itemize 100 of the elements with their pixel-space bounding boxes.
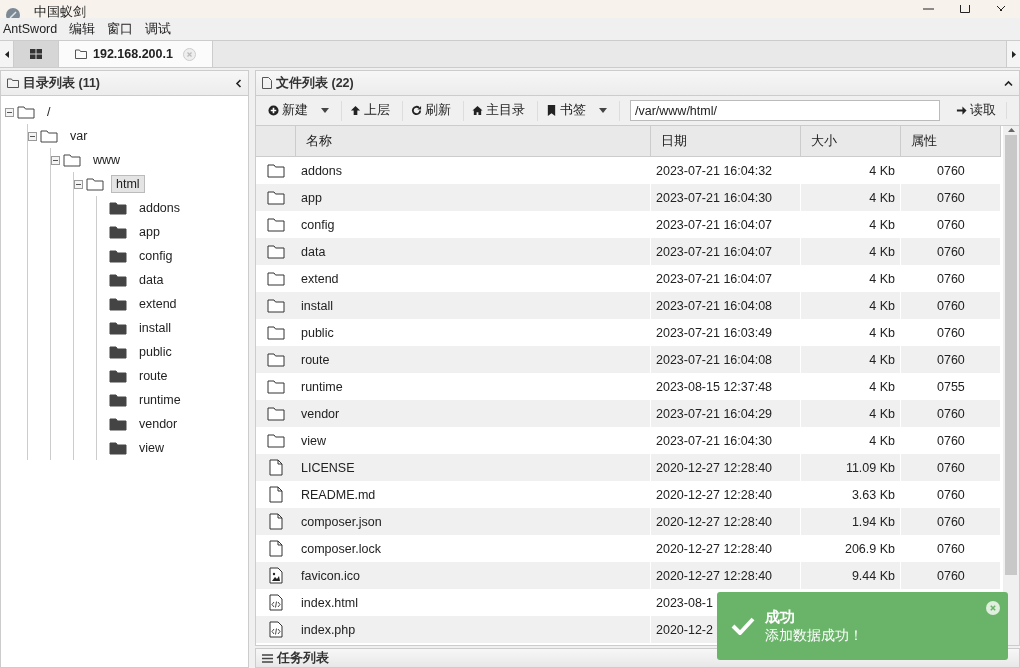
folder-icon bbox=[63, 153, 81, 167]
tree-item[interactable]: www bbox=[88, 151, 126, 169]
tree-item[interactable]: html bbox=[111, 175, 145, 193]
app-logo-icon bbox=[6, 8, 20, 18]
column-header[interactable]: 名称 bbox=[296, 126, 651, 157]
tree-item[interactable]: view bbox=[134, 439, 169, 457]
collapse-icon[interactable] bbox=[28, 131, 37, 141]
plus-circle-icon bbox=[268, 105, 279, 116]
menu-item[interactable]: AntSword bbox=[3, 22, 64, 36]
table-cell: 0760 bbox=[901, 454, 1001, 481]
path-field[interactable]: /var/www/html/ bbox=[630, 100, 940, 121]
folder-icon bbox=[109, 321, 127, 335]
code-file-icon bbox=[269, 594, 283, 611]
table-cell: 0760 bbox=[901, 508, 1001, 535]
tree-item[interactable]: route bbox=[134, 367, 173, 385]
tree-item[interactable]: install bbox=[134, 319, 176, 337]
table-cell: 4 Kb bbox=[801, 346, 901, 373]
table-cell: 0760 bbox=[901, 562, 1001, 589]
triangle-right-icon bbox=[1011, 50, 1016, 58]
folder-icon bbox=[267, 298, 285, 313]
tree-item[interactable]: app bbox=[134, 223, 165, 241]
date-text: 2023-07-21 16:04:08 bbox=[656, 352, 773, 367]
toolbar-button[interactable]: 书签 bbox=[538, 100, 620, 121]
file-name[interactable]: LICENSE bbox=[296, 454, 651, 481]
column-header[interactable]: 日期 bbox=[651, 126, 801, 157]
tree-item[interactable]: public bbox=[134, 343, 177, 361]
tree-item[interactable]: / bbox=[42, 103, 56, 121]
tree-item[interactable]: addons bbox=[134, 199, 185, 217]
toolbar-button[interactable]: 刷新 bbox=[403, 100, 464, 121]
date-text: 2023-07-21 16:04:07 bbox=[656, 271, 773, 286]
file-name[interactable]: vendor bbox=[296, 400, 651, 427]
file-icon bbox=[262, 77, 272, 89]
tree-item[interactable]: vendor bbox=[134, 415, 183, 433]
toolbar-button[interactable]: 新建 bbox=[260, 100, 342, 121]
close-icon[interactable] bbox=[996, 6, 1006, 12]
tree-item[interactable]: extend bbox=[134, 295, 182, 313]
date-text: 2023-07-21 16:04:30 bbox=[656, 190, 773, 205]
image-file-icon bbox=[269, 567, 283, 584]
date-text: 2020-12-27 12:28:40 bbox=[656, 460, 773, 475]
table-cell: 0760 bbox=[901, 400, 1001, 427]
column-header[interactable]: 大小 bbox=[801, 126, 901, 157]
folder-icon bbox=[40, 129, 58, 143]
table-cell: 4 Kb bbox=[801, 400, 901, 427]
tree-item[interactable]: runtime bbox=[134, 391, 186, 409]
read-button[interactable]: 读取 bbox=[946, 102, 1007, 119]
arrow-up-icon bbox=[350, 105, 361, 116]
table-cell: 4 Kb bbox=[801, 238, 901, 265]
file-icon bbox=[269, 459, 283, 476]
file-name[interactable]: favicon.ico bbox=[296, 562, 651, 589]
folder-icon bbox=[267, 190, 285, 205]
scrollbar[interactable] bbox=[1003, 126, 1019, 645]
folder-icon bbox=[109, 249, 127, 263]
folder-icon bbox=[17, 105, 35, 119]
table-cell: 0760 bbox=[901, 346, 1001, 373]
folder-icon bbox=[109, 417, 127, 431]
toolbar-button[interactable]: 主目录 bbox=[464, 100, 538, 121]
collapse-icon[interactable] bbox=[5, 107, 14, 117]
file-name[interactable]: route bbox=[296, 346, 651, 373]
date-text: 2023-07-21 16:04:32 bbox=[656, 163, 773, 178]
folder-icon bbox=[267, 433, 285, 448]
toolbar-button[interactable]: 上层 bbox=[342, 100, 403, 121]
folder-icon bbox=[75, 49, 87, 59]
collapse-icon[interactable] bbox=[74, 179, 83, 189]
scroll-right-button[interactable] bbox=[1006, 41, 1020, 67]
toast-title: 成功 bbox=[765, 607, 796, 627]
tree-item[interactable]: var bbox=[65, 127, 93, 145]
date-text: 2020-12-27 12:28:40 bbox=[656, 541, 773, 556]
folder-icon bbox=[267, 217, 285, 232]
date-text: 2023-07-21 16:03:49 bbox=[656, 325, 773, 340]
folder-icon bbox=[109, 345, 127, 359]
tree-item[interactable]: config bbox=[134, 247, 178, 265]
bookmark-icon bbox=[546, 105, 557, 116]
file-name[interactable]: composer.json bbox=[296, 508, 651, 535]
home-tab[interactable] bbox=[14, 41, 59, 67]
menu-item[interactable]: 窗口 bbox=[107, 20, 140, 38]
panel-title: 目录列表 (11) bbox=[23, 74, 100, 92]
date-text: 2020-12-27 12:28:40 bbox=[656, 487, 773, 502]
menu-item[interactable]: 调试 bbox=[145, 20, 178, 38]
file-name[interactable]: data bbox=[296, 238, 651, 265]
collapse-icon[interactable] bbox=[51, 155, 60, 165]
table-cell: 4 Kb bbox=[801, 292, 901, 319]
folder-icon bbox=[267, 379, 285, 394]
code-file-icon bbox=[269, 621, 283, 638]
chevron-up-icon[interactable] bbox=[1004, 79, 1013, 87]
file-name[interactable]: app bbox=[296, 184, 651, 211]
shell-tab[interactable]: 192.168.200.1 bbox=[59, 41, 213, 67]
panel-title: 文件列表 (22) bbox=[276, 74, 354, 92]
chevron-left-icon[interactable] bbox=[235, 78, 242, 88]
toast-message: 添加数据成功！ bbox=[765, 626, 863, 645]
menu-item[interactable]: 编辑 bbox=[69, 20, 102, 38]
file-name[interactable]: install bbox=[296, 292, 651, 319]
file-icon bbox=[269, 513, 283, 530]
tree-item[interactable]: data bbox=[134, 271, 169, 289]
date-text: 2023-08-1 bbox=[656, 595, 713, 610]
window-title: 中国蚁剑 bbox=[34, 5, 86, 18]
file-name[interactable]: index.php bbox=[296, 616, 651, 643]
maximize-icon[interactable] bbox=[960, 5, 970, 13]
scroll-left-button[interactable] bbox=[0, 41, 14, 67]
table-cell: 11.09 Kb bbox=[801, 454, 901, 481]
column-header[interactable]: 属性 bbox=[901, 126, 1001, 157]
